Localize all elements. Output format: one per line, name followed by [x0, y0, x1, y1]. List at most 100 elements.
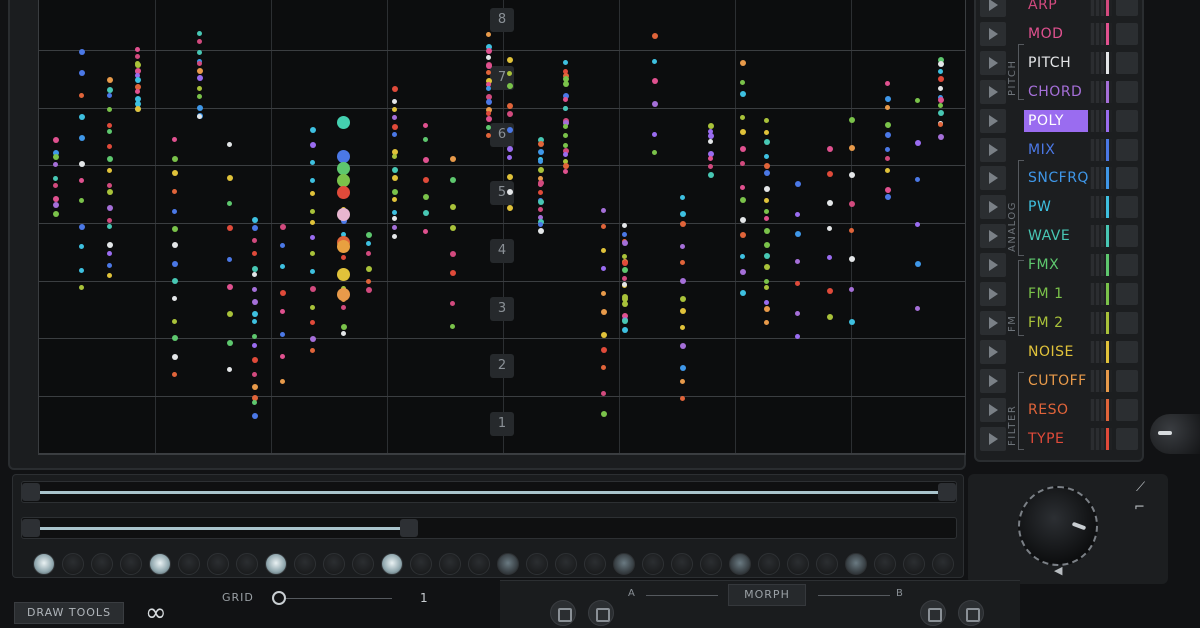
note-dot[interactable] [563, 151, 569, 157]
play-icon[interactable] [980, 224, 1006, 249]
note-dot[interactable] [826, 226, 832, 232]
note-dot-large[interactable] [337, 240, 350, 253]
note-dot[interactable] [507, 155, 513, 161]
note-dot[interactable] [251, 400, 257, 406]
note-dot[interactable] [392, 174, 399, 181]
note-dot[interactable] [826, 171, 833, 178]
note-dot[interactable] [106, 122, 112, 128]
step-button[interactable] [700, 553, 722, 575]
note-dot[interactable] [679, 365, 686, 372]
note-dot[interactable] [449, 301, 455, 307]
note-dot[interactable] [764, 153, 770, 159]
note-dot[interactable] [392, 215, 398, 221]
note-dot[interactable] [196, 75, 203, 82]
parameter-toggle[interactable] [1116, 225, 1138, 248]
step-button[interactable] [903, 553, 925, 575]
note-dot[interactable] [392, 98, 398, 104]
note-dot[interactable] [764, 138, 771, 145]
note-dot[interactable] [739, 60, 746, 67]
note-dot[interactable] [392, 86, 399, 93]
play-icon[interactable] [980, 195, 1006, 220]
note-dot[interactable] [392, 166, 399, 173]
note-dot[interactable] [849, 318, 856, 325]
parameter-toggle[interactable] [1116, 51, 1138, 74]
step-button[interactable] [62, 553, 84, 575]
note-dot[interactable] [251, 412, 258, 419]
note-dot[interactable] [135, 89, 141, 95]
side-knob[interactable] [1150, 414, 1200, 454]
note-dot[interactable] [106, 144, 112, 150]
infinity-icon[interactable]: ∞ [145, 598, 167, 628]
note-dot[interactable] [279, 331, 285, 337]
note-dot[interactable] [279, 243, 285, 249]
note-dot[interactable] [884, 193, 891, 200]
note-dot[interactable] [392, 153, 398, 159]
play-icon[interactable] [980, 50, 1006, 75]
note-dot[interactable] [739, 129, 746, 136]
note-dot[interactable] [739, 161, 745, 167]
range-slider-bottom-end-handle[interactable] [400, 519, 418, 537]
note-dot[interactable] [621, 240, 628, 247]
step-button[interactable] [787, 553, 809, 575]
note-dot[interactable] [310, 126, 316, 133]
parameter-toggle[interactable] [1116, 0, 1138, 16]
note-dot[interactable] [849, 144, 856, 151]
note-dot[interactable] [106, 251, 112, 257]
note-dot[interactable] [563, 142, 569, 148]
note-dot[interactable] [937, 86, 943, 92]
note-dot[interactable] [52, 154, 59, 161]
note-dot[interactable] [226, 284, 233, 291]
note-dot[interactable] [251, 319, 257, 325]
grid-slider-handle[interactable] [272, 591, 286, 605]
parameter-toggle[interactable] [1116, 283, 1138, 305]
step-button[interactable] [468, 553, 490, 575]
note-dot[interactable] [279, 263, 285, 269]
note-dot[interactable] [486, 86, 492, 92]
note-dot[interactable] [171, 136, 177, 142]
note-dot[interactable] [538, 141, 545, 148]
note-dot[interactable] [621, 253, 627, 259]
note-dot[interactable] [679, 307, 686, 314]
step-button[interactable] [323, 553, 345, 575]
note-dot[interactable] [679, 379, 685, 385]
note-dot[interactable] [507, 205, 514, 212]
note-dot[interactable] [279, 224, 286, 231]
parameter-toggle[interactable] [1116, 254, 1138, 277]
note-dot[interactable] [171, 319, 177, 325]
note-dot[interactable] [106, 168, 112, 174]
note-dot[interactable] [106, 183, 112, 189]
note-dot[interactable] [251, 238, 257, 244]
note-dot[interactable] [279, 290, 286, 297]
step-button[interactable] [526, 553, 548, 575]
note-dot[interactable] [538, 199, 545, 206]
step-button[interactable] [845, 553, 867, 575]
note-dot[interactable] [764, 279, 770, 285]
parameter-toggle[interactable] [1116, 398, 1138, 421]
play-icon[interactable] [980, 310, 1006, 335]
note-dot[interactable] [600, 208, 606, 214]
note-dot[interactable] [826, 199, 833, 206]
note-dot[interactable] [600, 266, 606, 271]
note-dot[interactable] [794, 310, 800, 316]
note-dot[interactable] [764, 228, 771, 235]
note-dot[interactable] [106, 224, 112, 230]
parameter-tab[interactable]: FM 1 [1024, 283, 1088, 305]
note-dot[interactable] [79, 49, 86, 56]
morph-button[interactable]: MORPH [728, 584, 806, 606]
note-dot[interactable] [486, 47, 493, 54]
play-icon[interactable] [980, 0, 1006, 17]
note-dot[interactable] [563, 124, 569, 130]
step-button[interactable] [410, 553, 432, 575]
step-button[interactable] [642, 553, 664, 575]
note-dot[interactable] [739, 232, 746, 239]
note-dot[interactable] [621, 222, 627, 228]
note-dot[interactable] [621, 267, 628, 273]
play-icon[interactable] [980, 166, 1006, 191]
note-dot[interactable] [310, 348, 315, 354]
note-dot[interactable] [135, 76, 142, 83]
note-dot[interactable] [849, 227, 855, 233]
note-dot[interactable] [310, 320, 315, 326]
note-dot[interactable] [679, 396, 685, 402]
parameter-tab[interactable]: CHORD [1024, 81, 1088, 103]
note-dot-large[interactable] [337, 186, 350, 199]
